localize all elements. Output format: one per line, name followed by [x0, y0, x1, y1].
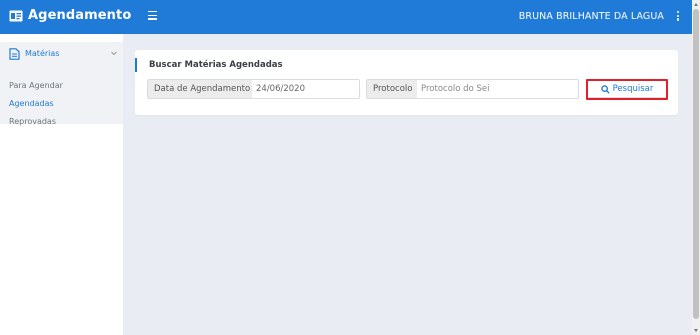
- sidebar-section-materias: Matérias Para Agendar Agendadas Reprovad…: [0, 42, 123, 126]
- sidebar-item-para-agendar[interactable]: Para Agendar: [9, 81, 63, 90]
- sidebar-group-label: Matérias: [25, 49, 60, 58]
- scroll-up-icon[interactable]: [694, 3, 698, 6]
- vertical-scrollbar[interactable]: [692, 0, 700, 335]
- calendar-card-icon: [9, 10, 23, 21]
- search-card: Buscar Matérias Agendadas Data de Agenda…: [135, 50, 678, 115]
- more-options-icon[interactable]: [676, 11, 680, 23]
- search-button-label: Pesquisar: [612, 84, 654, 94]
- top-header: Agendamento BRUNA BRILHANTE DA LAGUA: [0, 0, 692, 34]
- search-button[interactable]: Pesquisar: [587, 80, 667, 98]
- protocol-label: Protocolo: [366, 79, 418, 99]
- scrollbar-thumb[interactable]: [693, 9, 699, 319]
- brand[interactable]: Agendamento: [9, 8, 131, 23]
- scroll-down-icon[interactable]: [694, 329, 698, 332]
- sidebar-item-reprovadas[interactable]: Reprovadas: [9, 117, 56, 126]
- brand-title: Agendamento: [28, 8, 132, 23]
- chevron-down-icon: [111, 51, 117, 56]
- sidebar: Matérias Para Agendar Agendadas Reprovad…: [0, 34, 123, 335]
- sidebar-group-toggle[interactable]: Matérias: [0, 46, 123, 62]
- protocol-input[interactable]: [417, 79, 579, 99]
- menu-toggle-icon[interactable]: [148, 11, 157, 21]
- date-label: Data de Agendamento: [147, 79, 253, 99]
- sidebar-item-agendadas[interactable]: Agendadas: [9, 99, 54, 108]
- card-title: Buscar Matérias Agendadas: [149, 60, 283, 70]
- card-accent: [135, 58, 137, 72]
- date-input[interactable]: [252, 79, 360, 99]
- user-name[interactable]: BRUNA BRILHANTE DA LAGUA: [519, 11, 664, 22]
- search-icon: [600, 84, 610, 94]
- document-icon: [9, 48, 20, 60]
